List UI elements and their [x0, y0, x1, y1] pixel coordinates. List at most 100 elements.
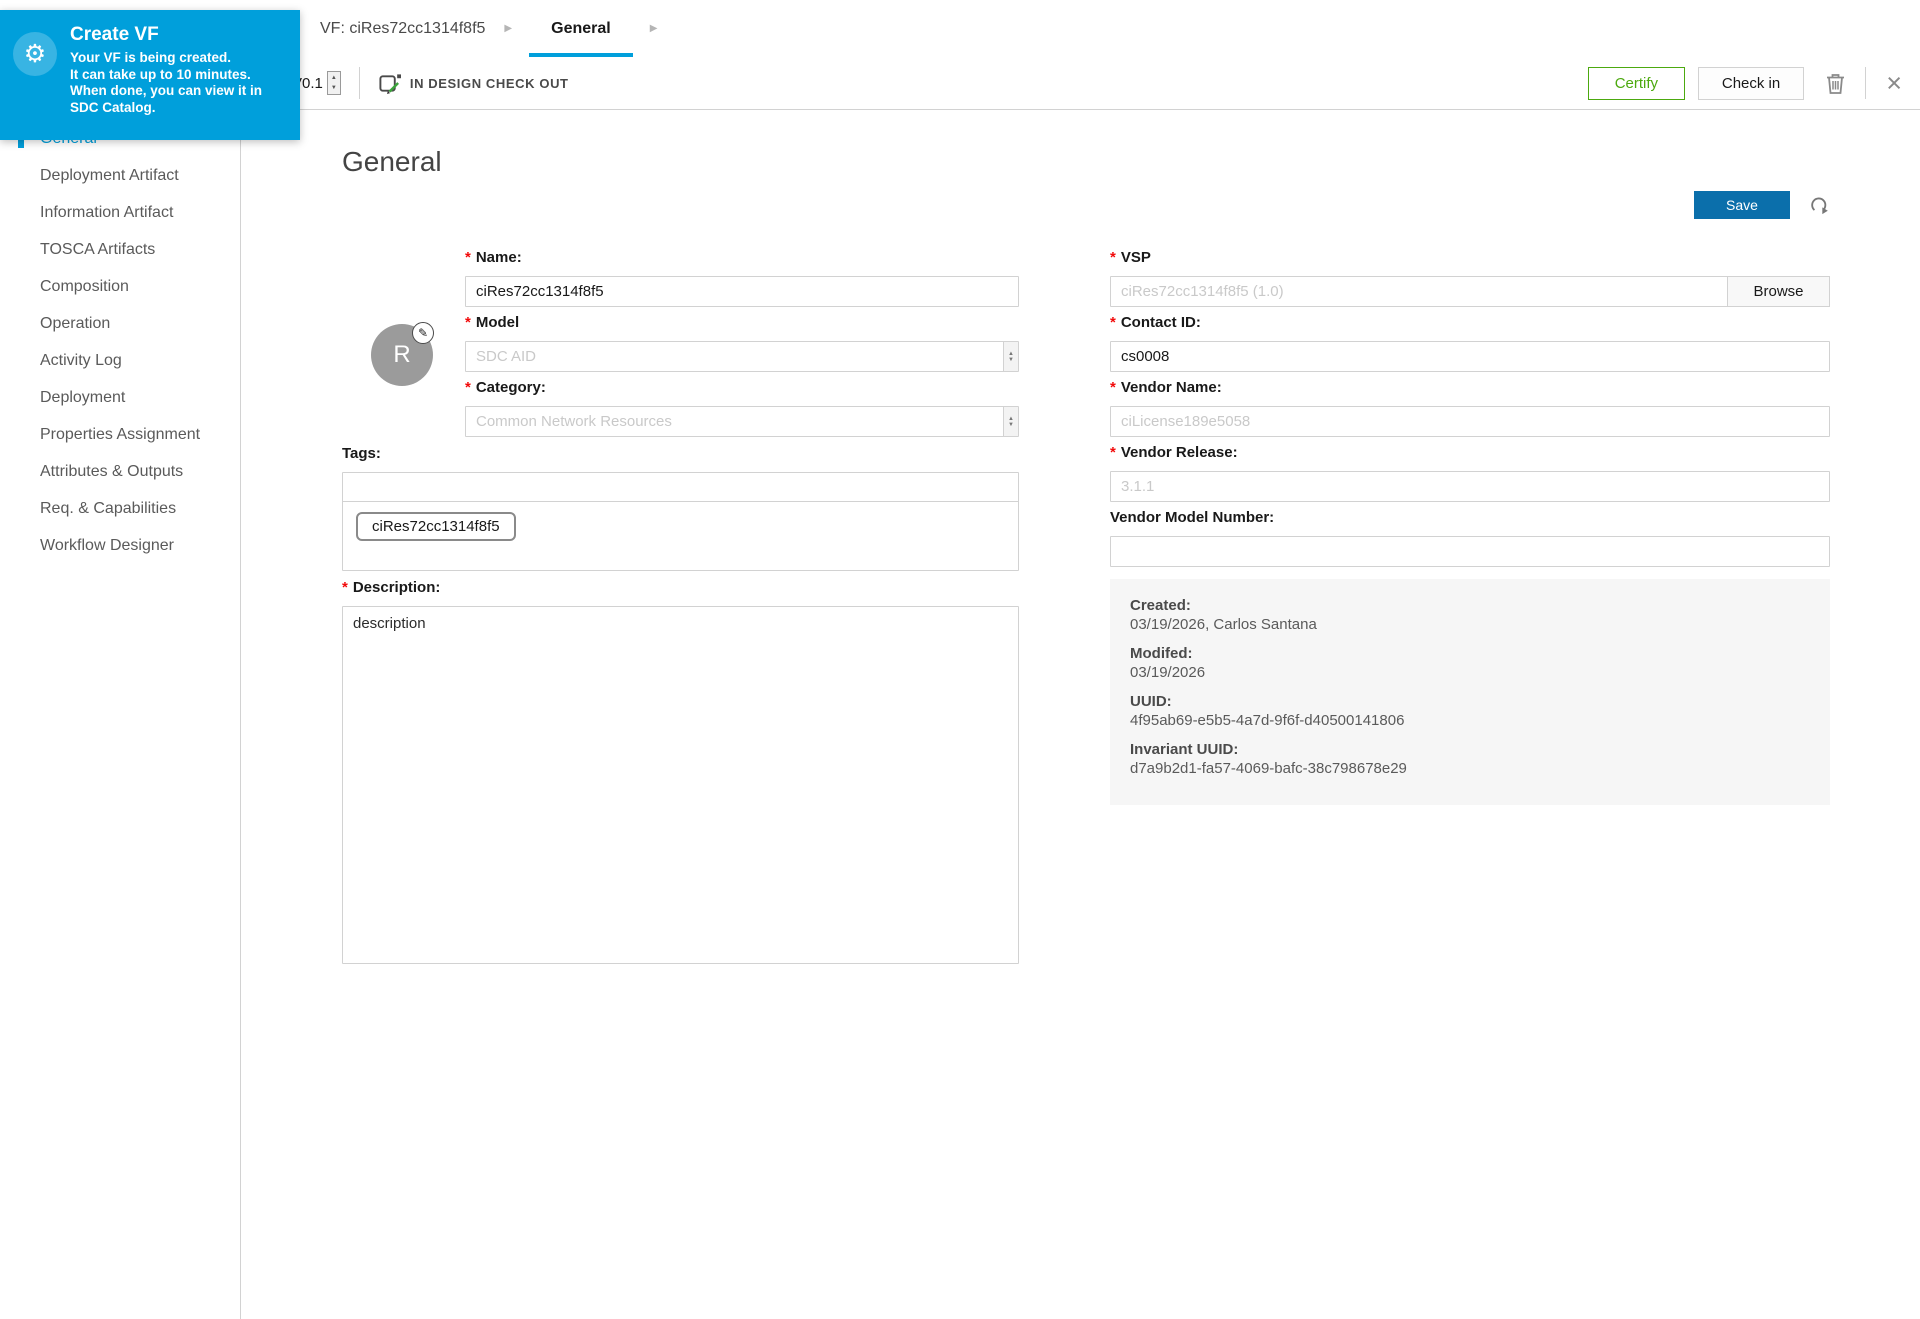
- category-label: * Category:: [465, 379, 1019, 397]
- category-select: Common Network Resources ▲▼: [465, 406, 1019, 437]
- sidebar-item-activity-log[interactable]: Activity Log: [0, 342, 240, 379]
- required-asterisk: *: [342, 579, 348, 597]
- gear-icon: ⚙: [13, 32, 57, 76]
- sidebar-item-label: Activity Log: [40, 352, 122, 370]
- sidebar-item-label: Deployment Artifact: [40, 167, 179, 185]
- sidebar-item-label: Deployment: [40, 389, 125, 407]
- general-content-area: General Save R ✎ * Name:: [242, 110, 1920, 1319]
- required-asterisk: *: [1110, 249, 1116, 267]
- tags-chips-area: ciRes72cc1314f8f5: [343, 502, 1018, 570]
- required-asterisk: *: [1110, 379, 1116, 397]
- description-field: * Description: description: [342, 579, 1019, 969]
- save-row: Save: [242, 191, 1830, 219]
- vendor-release-input: [1110, 471, 1830, 502]
- sidebar-item-label: Properties Assignment: [40, 426, 200, 444]
- sidebar-item-label: Workflow Designer: [40, 537, 174, 555]
- vendor-name-label: * Vendor Name:: [1110, 379, 1830, 397]
- trash-icon[interactable]: [1826, 73, 1845, 94]
- vsp-input: [1110, 276, 1728, 307]
- sidebar-item-label: Composition: [40, 278, 129, 296]
- form-right-column: * VSP Browse * Contact ID:: [1110, 249, 1830, 976]
- toast-body: Create VF Your VF is being created. It c…: [70, 24, 286, 116]
- toolbar-divider: [359, 67, 360, 99]
- checkout-pencil-icon: [378, 72, 401, 95]
- meta-modified: Modifed: 03/19/2026: [1130, 644, 1810, 683]
- close-icon[interactable]: ×: [1886, 73, 1902, 93]
- sidebar-item-workflow-designer[interactable]: Workflow Designer: [0, 527, 240, 564]
- sidebar-item-composition[interactable]: Composition: [0, 268, 240, 305]
- save-button[interactable]: Save: [1694, 191, 1790, 219]
- sidebar-item-deployment[interactable]: Deployment: [0, 379, 240, 416]
- contact-id-input[interactable]: [1110, 341, 1830, 372]
- browse-button[interactable]: Browse: [1727, 276, 1830, 307]
- category-value: Common Network Resources: [466, 413, 672, 430]
- sidebar-item-operation[interactable]: Operation: [0, 305, 240, 342]
- create-vf-toast: ⚙ Create VF Your VF is being created. It…: [0, 10, 300, 140]
- meta-uuid: UUID: 4f95ab69-e5b5-4a7d-9f6f-d405001418…: [1130, 692, 1810, 731]
- tab-general-label: General: [551, 20, 611, 38]
- model-select: SDC AID ▲▼: [465, 341, 1019, 372]
- lifecycle-status: IN DESIGN CHECK OUT: [378, 72, 569, 95]
- toast-message: Your VF is being created. It can take up…: [70, 50, 286, 116]
- name-input[interactable]: [465, 276, 1019, 307]
- tags-box: ciRes72cc1314f8f5: [342, 472, 1019, 571]
- toast-title: Create VF: [70, 24, 286, 46]
- caret-right-icon: ▶: [504, 23, 512, 34]
- vendor-name-field: * Vendor Name:: [1110, 379, 1830, 437]
- certify-button[interactable]: Certify: [1588, 67, 1685, 100]
- sidebar-item-label: Information Artifact: [40, 204, 173, 222]
- select-spinner-icon: ▲▼: [1003, 407, 1018, 436]
- tag-chip[interactable]: ciRes72cc1314f8f5: [356, 512, 516, 541]
- name-label: * Name:: [465, 249, 1019, 267]
- vendor-release-field: * Vendor Release:: [1110, 444, 1830, 502]
- pencil-icon[interactable]: ✎: [412, 322, 434, 344]
- version-spinner[interactable]: ▲▼: [327, 71, 341, 95]
- toolbar-actions: Certify Check in ×: [1588, 67, 1920, 100]
- vsp-label: * VSP: [1110, 249, 1830, 267]
- vendor-release-label: * Vendor Release:: [1110, 444, 1830, 462]
- select-spinner-icon: ▲▼: [1003, 342, 1018, 371]
- sidebar-item-req-capabilities[interactable]: Req. & Capabilities: [0, 490, 240, 527]
- sidebar-item-properties-assignment[interactable]: Properties Assignment: [0, 416, 240, 453]
- tab-general[interactable]: General: [529, 0, 633, 57]
- tab-vf-breadcrumb[interactable]: VF: ciRes72cc1314f8f5: [318, 0, 487, 57]
- category-field: * Category: Common Network Resources ▲▼: [465, 379, 1019, 437]
- sidebar-item-tosca-artifacts[interactable]: TOSCA Artifacts: [0, 231, 240, 268]
- model-value: SDC AID: [466, 348, 536, 365]
- form-left-column: R ✎ * Name: * Model SDC AI: [342, 249, 1019, 976]
- contact-id-field: * Contact ID:: [1110, 314, 1830, 372]
- required-asterisk: *: [465, 314, 471, 332]
- meta-invariant-uuid: Invariant UUID: d7a9b2d1-fa57-4069-bafc-…: [1130, 740, 1810, 779]
- required-asterisk: *: [465, 379, 471, 397]
- vendor-name-input: [1110, 406, 1830, 437]
- name-field: * Name:: [465, 249, 1019, 307]
- vendor-model-number-input[interactable]: [1110, 536, 1830, 567]
- sidebar-item-information-artifact[interactable]: Information Artifact: [0, 194, 240, 231]
- required-asterisk: *: [1110, 314, 1116, 332]
- tags-input[interactable]: [343, 473, 1018, 502]
- contact-id-label: * Contact ID:: [1110, 314, 1830, 332]
- meta-created: Created: 03/19/2026, Carlos Santana: [1130, 596, 1810, 635]
- tab-vf-label: VF: ciRes72cc1314f8f5: [320, 20, 485, 38]
- general-form: R ✎ * Name: * Model SDC AI: [342, 249, 1830, 976]
- description-label: * Description:: [342, 579, 1019, 597]
- sidebar-item-deployment-artifact[interactable]: Deployment Artifact: [0, 157, 240, 194]
- sidebar-item-label: Operation: [40, 315, 110, 333]
- left-nav-sidebar: General Deployment Artifact Information …: [0, 110, 241, 1319]
- model-field: * Model SDC AID ▲▼: [465, 314, 1019, 372]
- description-textarea[interactable]: description: [342, 606, 1019, 964]
- vendor-model-number-label: Vendor Model Number:: [1110, 509, 1830, 527]
- sidebar-item-label: TOSCA Artifacts: [40, 241, 155, 259]
- required-asterisk: *: [1110, 444, 1116, 462]
- status-label: IN DESIGN CHECK OUT: [410, 76, 569, 91]
- sidebar-item-attributes-outputs[interactable]: Attributes & Outputs: [0, 453, 240, 490]
- model-label: * Model: [465, 314, 1019, 332]
- required-asterisk: *: [465, 249, 471, 267]
- resource-avatar: R ✎: [371, 324, 433, 386]
- tags-field: Tags: ciRes72cc1314f8f5: [342, 445, 1019, 571]
- check-in-button[interactable]: Check in: [1698, 67, 1804, 100]
- revert-icon[interactable]: [1808, 194, 1830, 216]
- sdc-vf-general-page: VF: ciRes72cc1314f8f5 ▶ General ▶ V0.1 ▲…: [0, 0, 1920, 1319]
- toolbar-divider: [1865, 67, 1866, 99]
- sidebar-item-label: Attributes & Outputs: [40, 463, 183, 481]
